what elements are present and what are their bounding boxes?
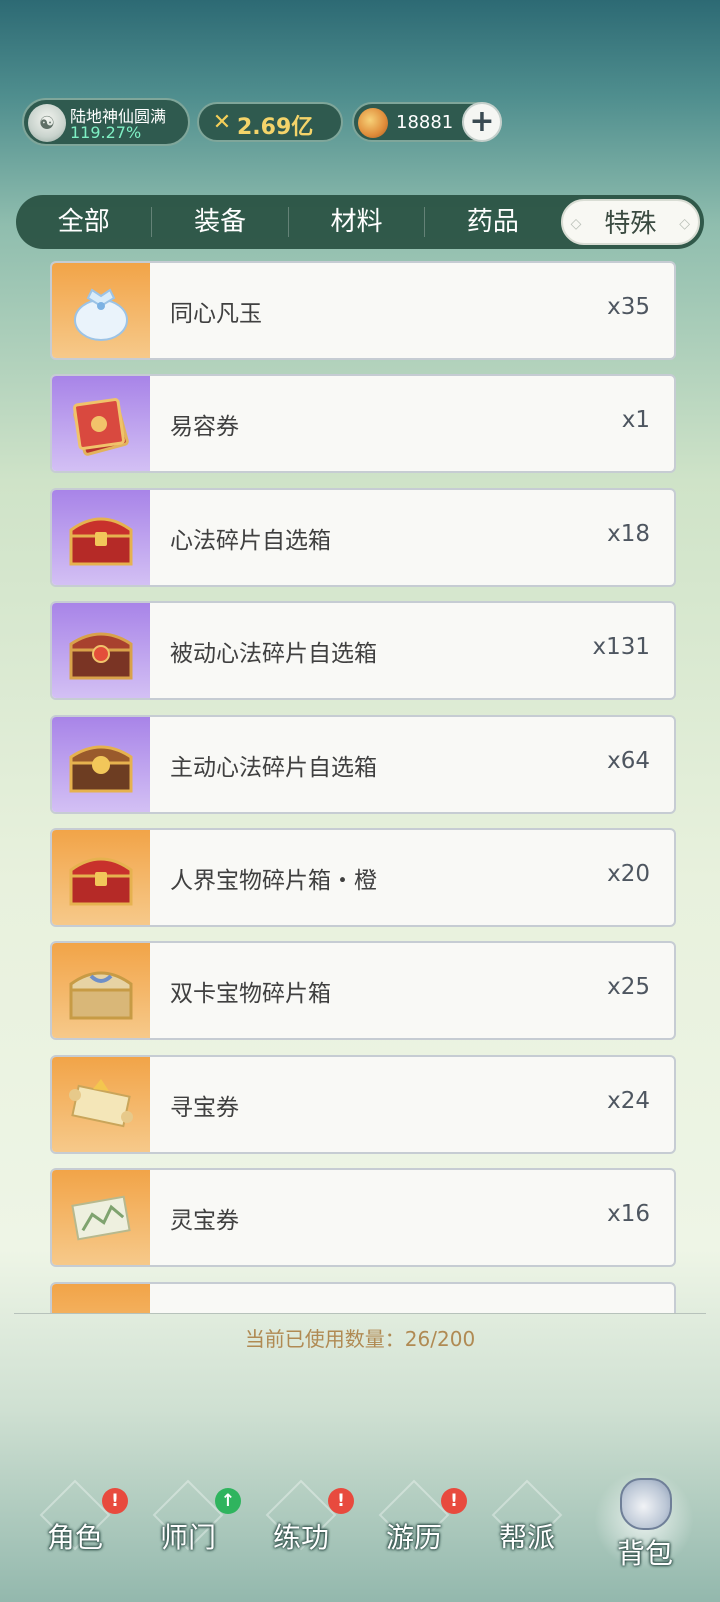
item-name: 易容券 <box>170 414 239 441</box>
item-thumbnail <box>52 1283 150 1313</box>
nav-label: 练功 <box>272 1521 329 1554</box>
nav-training[interactable]: 练功 ! <box>246 1470 356 1580</box>
red-chest-icon <box>52 489 150 585</box>
tab-medicine[interactable]: 药品 <box>425 195 560 249</box>
combat-power[interactable]: ✕ 2.69亿 <box>197 102 343 142</box>
nav-character[interactable]: 角色 ! <box>20 1470 130 1580</box>
item-name: 同心凡玉 <box>170 301 262 327</box>
disguise-ticket-icon <box>52 376 150 472</box>
alert-badge-icon: ! <box>328 1488 354 1514</box>
item-name: 灵宝券 <box>170 1208 239 1235</box>
currency-value: 18881 <box>396 112 454 133</box>
list-item[interactable]: 双卡宝物碎片箱 x25 <box>50 941 676 1041</box>
nav-label: 帮派 <box>498 1521 555 1554</box>
gold-chest-icon <box>52 943 150 1039</box>
list-item[interactable]: 主动心法碎片自选箱 x64 <box>50 714 676 814</box>
list-item[interactable]: 灵宝券 x16 <box>50 1168 676 1268</box>
upgrade-arrow-icon: ↑ <box>215 1488 241 1514</box>
item-count: x1 <box>621 407 650 434</box>
item-name: 双卡宝物碎片箱 <box>170 981 331 1008</box>
item-count: x24 <box>607 1087 650 1114</box>
item-name: 心法碎片自选箱 <box>170 527 331 554</box>
list-item[interactable]: 易容券 x1 <box>50 374 676 474</box>
scroll-icon <box>52 1056 150 1152</box>
item-name: 人界宝物碎片箱・橙 <box>170 867 377 894</box>
nav-sect[interactable]: 师门 ↑ <box>133 1470 243 1580</box>
list-item[interactable]: 心法碎片自选箱 x18 <box>50 487 676 587</box>
list-divider <box>14 1313 706 1314</box>
alert-badge-icon: ! <box>102 1488 128 1514</box>
status-bar: ☯ 陆地神仙圆满 119.27% ✕ 2.69亿 18881 + <box>22 98 502 146</box>
tab-materials[interactable]: 材料 <box>289 195 424 249</box>
red-chest-icon <box>52 603 150 699</box>
item-count: x64 <box>607 747 650 774</box>
realm-avatar-icon: ☯ <box>28 104 66 142</box>
tab-special[interactable]: 特殊 <box>560 199 701 247</box>
spirit-stone-icon <box>358 108 388 138</box>
alert-badge-icon: ! <box>441 1488 467 1514</box>
currency-display: 18881 + <box>352 102 502 142</box>
inventory-usage: 当前已使用数量：26/200 <box>244 1327 476 1351</box>
tab-all[interactable]: 全部 <box>16 195 151 249</box>
tab-equipment[interactable]: 装备 <box>152 195 287 249</box>
nav-travel[interactable]: 游历 ! <box>359 1470 469 1580</box>
item-name: 主动心法碎片自选箱 <box>170 754 377 781</box>
nav-label: 背包 <box>616 1537 673 1570</box>
item-name: 被动心法碎片自选箱 <box>170 641 377 668</box>
category-tabs: 全部 装备 材料 药品 特殊 <box>16 195 704 249</box>
bag-icon <box>620 1478 672 1530</box>
item-count: x20 <box>607 860 650 887</box>
bottom-nav: 角色 ! 师门 ↑ 练功 ! 游历 ! 帮派 背包 <box>0 1470 720 1602</box>
realm-badge[interactable]: ☯ 陆地神仙圆满 119.27% <box>22 98 190 146</box>
nav-label: 师门 <box>159 1521 216 1554</box>
item-count: x16 <box>607 1201 650 1228</box>
list-item[interactable]: 人界宝物碎片箱・橙 x20 <box>50 827 676 927</box>
item-count: x18 <box>607 520 650 547</box>
item-list[interactable]: 同心凡玉 x35 易容券 x1 心法碎片自选箱 x18 被动心法碎片自选箱 x1… <box>50 261 676 1313</box>
crossed-swords-icon: ✕ <box>212 110 232 135</box>
list-item[interactable]: 寻宝券 x24 <box>50 1054 676 1154</box>
add-currency-button[interactable]: + <box>462 102 502 142</box>
jade-bag-icon <box>52 263 150 358</box>
list-item[interactable]: 被动心法碎片自选箱 x131 <box>50 601 676 701</box>
gold-chest-icon <box>52 716 150 812</box>
nav-guild[interactable]: 帮派 <box>472 1470 582 1580</box>
item-count: x35 <box>607 294 650 320</box>
list-item[interactable]: 同心凡玉 x35 <box>50 261 676 360</box>
list-item[interactable] <box>50 1281 676 1313</box>
red-chest-icon <box>52 829 150 925</box>
combat-power-value: 2.69亿 <box>237 115 314 140</box>
item-count: x25 <box>607 974 650 1001</box>
item-name: 寻宝券 <box>170 1094 239 1121</box>
nav-label: 游历 <box>385 1521 442 1554</box>
item-count: x131 <box>592 634 650 661</box>
realm-progress: 119.27% <box>70 123 142 142</box>
nav-label: 角色 <box>46 1521 103 1554</box>
map-scroll-icon <box>52 1170 150 1266</box>
nav-bag[interactable]: 背包 <box>590 1470 700 1580</box>
